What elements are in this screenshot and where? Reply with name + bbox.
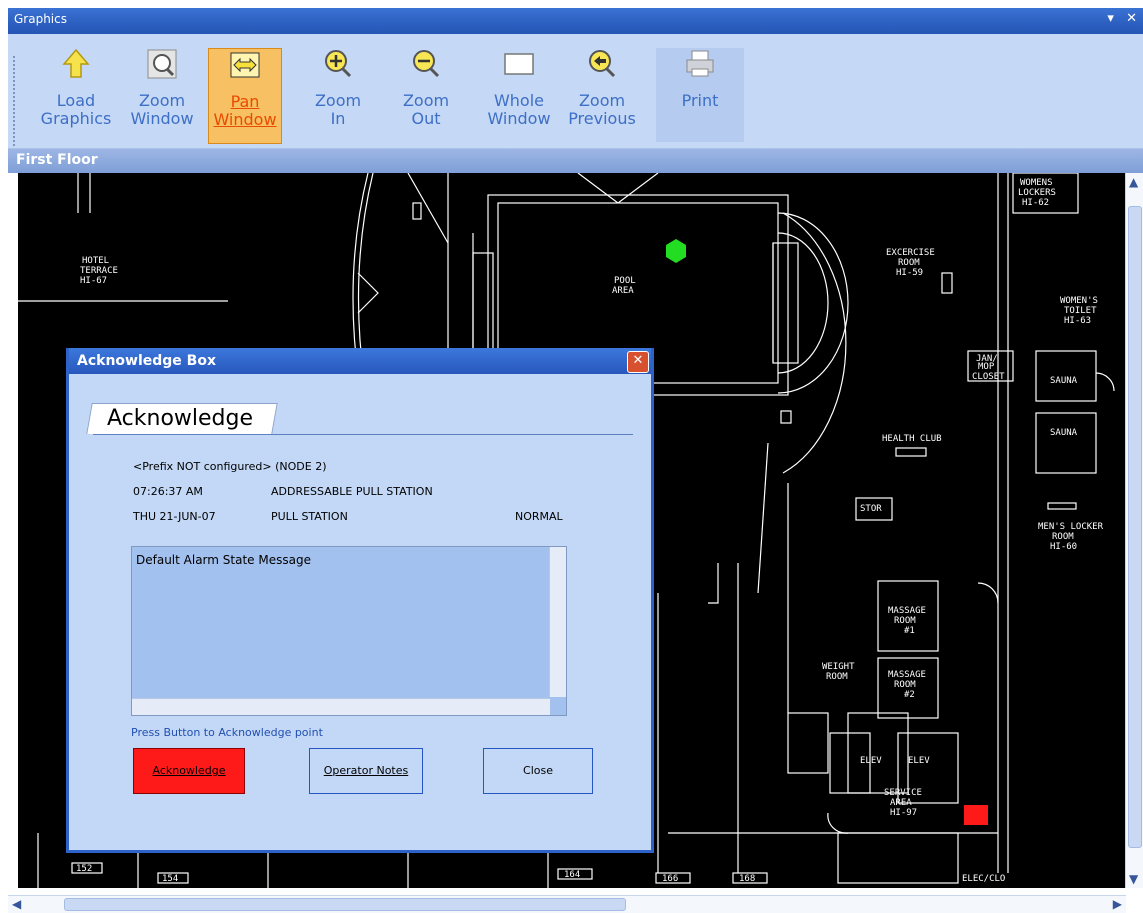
zoom-out-button[interactable]: Zoom Out xyxy=(390,48,462,142)
room-label: HI-62 xyxy=(1022,198,1049,208)
event-date: THU 21-JUN-07 xyxy=(133,510,216,523)
close-icon[interactable]: ✕ xyxy=(1126,11,1137,26)
zoom-out-icon xyxy=(410,48,442,80)
room-label: SERVICE xyxy=(884,788,922,798)
room-label: MASSAGE xyxy=(888,606,926,616)
message-vertical-scrollbar[interactable] xyxy=(549,547,566,697)
zoom-in-button[interactable]: Zoom In xyxy=(302,48,374,142)
prefix-line: <Prefix NOT configured> (NODE 2) xyxy=(133,460,327,473)
room-label: ELEV xyxy=(860,756,882,766)
room-label: CLOSET xyxy=(972,372,1005,382)
room-label: ROOM xyxy=(894,680,916,690)
toolbar-grip[interactable] xyxy=(13,56,17,146)
device-type: PULL STATION xyxy=(271,510,348,523)
dialog-titlebar[interactable]: Acknowledge Box ✕ xyxy=(69,348,651,374)
horizontal-scrollbar[interactable]: ◀ ▶ xyxy=(8,895,1126,913)
up-arrow-icon xyxy=(60,48,92,80)
zoom-previous-button[interactable]: Zoom Previous xyxy=(566,48,638,142)
pan-arrows-icon xyxy=(229,49,261,81)
room-label: SAUNA xyxy=(1050,376,1078,386)
room-label: HI-67 xyxy=(80,276,107,286)
horizontal-scroll-thumb[interactable] xyxy=(64,898,626,911)
device-name: ADDRESSABLE PULL STATION xyxy=(271,485,433,498)
room-label: MOP xyxy=(978,362,995,372)
room-label: AREA xyxy=(890,798,912,808)
room-label: HI-63 xyxy=(1064,316,1091,326)
room-label: ROOM xyxy=(894,616,916,626)
room-label: HEALTH CLUB xyxy=(882,434,942,444)
room-label: 154 xyxy=(162,874,178,884)
pin-icon[interactable]: ▾ xyxy=(1107,11,1114,26)
acknowledge-button[interactable]: Acknowledge xyxy=(133,748,245,794)
toolbar: Load Graphics Zoom Window Pan Window Zoo… xyxy=(8,34,1143,149)
floor-title-bar: First Floor xyxy=(8,149,1143,173)
scroll-down-icon[interactable]: ▼ xyxy=(1129,872,1138,886)
normal-device-marker[interactable] xyxy=(666,239,686,263)
room-label: MASSAGE xyxy=(888,670,926,680)
room-label: WEIGHT xyxy=(822,662,855,672)
room-label: HOTEL xyxy=(82,256,109,266)
load-graphics-button[interactable]: Load Graphics xyxy=(40,48,112,142)
room-label: 166 xyxy=(662,874,678,884)
room-label: HI-60 xyxy=(1050,542,1077,552)
room-label: ROOM xyxy=(1052,532,1074,542)
room-label: POOL xyxy=(614,276,636,286)
room-label: ELEC/CLO xyxy=(962,874,1005,884)
dialog-close-icon[interactable]: ✕ xyxy=(627,351,649,373)
room-label: 168 xyxy=(739,874,755,884)
room-label: ROOM xyxy=(898,258,920,268)
acknowledge-dialog: Acknowledge Box ✕ Acknowledge <Prefix NO… xyxy=(66,348,654,853)
operator-notes-button[interactable]: Operator Notes xyxy=(309,748,423,794)
whole-window-button[interactable]: Whole Window xyxy=(483,48,555,142)
dialog-title: Acknowledge Box xyxy=(77,353,216,369)
window-title: Graphics xyxy=(14,12,67,26)
scroll-right-icon[interactable]: ▶ xyxy=(1113,897,1122,911)
vertical-scrollbar[interactable]: ▲ ▼ xyxy=(1125,173,1143,888)
floor-title: First Floor xyxy=(16,152,98,168)
window-titlebar: Graphics ▾ ✕ xyxy=(8,8,1143,34)
room-label: #1 xyxy=(904,626,915,636)
room-label: 152 xyxy=(76,864,92,874)
vertical-scroll-thumb[interactable] xyxy=(1128,206,1142,848)
room-label: WOMENS xyxy=(1020,178,1053,188)
pan-window-button[interactable]: Pan Window xyxy=(208,48,282,144)
room-label: HI-97 xyxy=(890,808,917,818)
whole-window-icon xyxy=(503,48,535,80)
room-label: ELEV xyxy=(908,756,930,766)
room-label: LOCKERS xyxy=(1018,188,1056,198)
zoom-in-icon xyxy=(322,48,354,80)
room-label: TERRACE xyxy=(80,266,118,276)
message-horizontal-scrollbar[interactable] xyxy=(132,698,550,715)
point-status: NORMAL xyxy=(515,510,563,523)
room-label: WOMEN'S xyxy=(1060,296,1098,306)
scroll-left-icon[interactable]: ◀ xyxy=(12,897,21,911)
room-label: 164 xyxy=(564,870,580,880)
room-label: SAUNA xyxy=(1050,428,1078,438)
zoom-previous-icon xyxy=(586,48,618,80)
alarm-message-text: Default Alarm State Message xyxy=(136,553,311,567)
zoom-window-icon xyxy=(146,48,178,80)
alarm-message-box[interactable]: Default Alarm State Message xyxy=(131,546,567,716)
tab-acknowledge-label: Acknowledge xyxy=(107,406,254,431)
room-label: ROOM xyxy=(826,672,848,682)
room-label: EXCERCISE xyxy=(886,248,935,258)
close-button[interactable]: Close xyxy=(483,748,593,794)
room-label: STOR xyxy=(860,504,882,514)
zoom-window-button[interactable]: Zoom Window xyxy=(126,48,198,142)
room-label: MEN'S LOCKER xyxy=(1038,522,1104,532)
tab-divider xyxy=(93,434,633,435)
event-time: 07:26:37 AM xyxy=(133,485,203,498)
printer-icon xyxy=(684,48,716,80)
room-label: TOILET xyxy=(1064,306,1097,316)
print-button[interactable]: Print xyxy=(656,48,744,142)
acknowledge-hint: Press Button to Acknowledge point xyxy=(131,726,323,739)
room-label: HI-59 xyxy=(896,268,923,278)
scroll-up-icon[interactable]: ▲ xyxy=(1129,175,1138,189)
alarm-device-marker[interactable] xyxy=(964,805,988,825)
room-label: AREA xyxy=(612,286,634,296)
room-label: #2 xyxy=(904,690,915,700)
